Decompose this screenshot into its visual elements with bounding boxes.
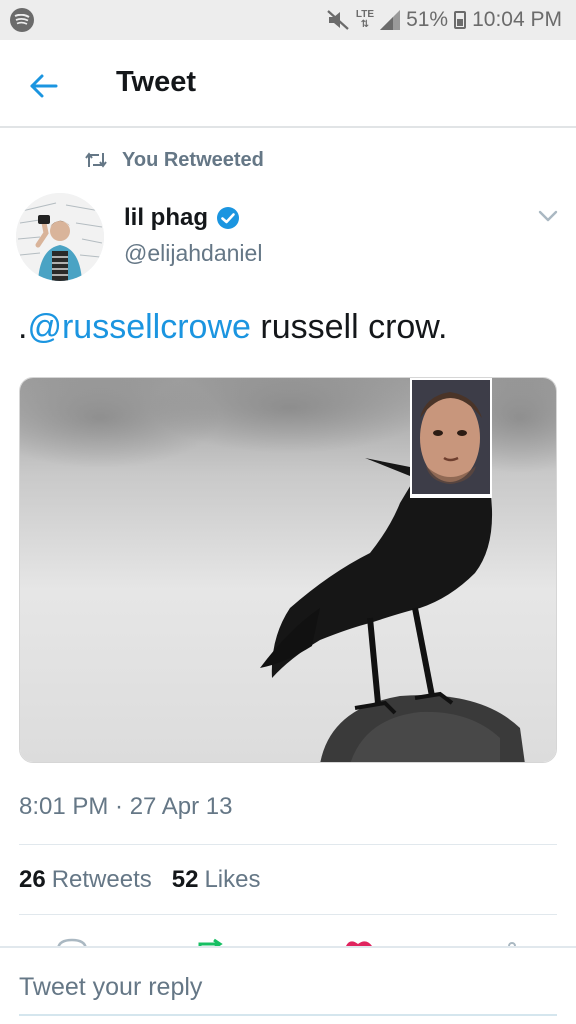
- app-header: Tweet: [0, 40, 576, 128]
- clock: 10:04 PM: [472, 8, 562, 31]
- verified-badge-icon: [217, 207, 239, 229]
- back-button[interactable]: [24, 68, 64, 104]
- author-handle[interactable]: @elijahdaniel: [124, 240, 262, 267]
- retweets-label[interactable]: Retweets: [52, 866, 152, 894]
- mention-link[interactable]: @russellcrowe: [27, 308, 250, 346]
- retweet-label[interactable]: You Retweeted: [122, 149, 264, 172]
- tweet-stats: 26 Retweets 52 Likes: [19, 866, 280, 894]
- signal-icon: [380, 10, 401, 30]
- reply-underline: [19, 1014, 557, 1016]
- divider: [19, 844, 557, 845]
- mute-icon: [327, 10, 349, 30]
- author-name-row[interactable]: lil phag: [124, 204, 240, 232]
- battery-icon: [454, 11, 467, 29]
- avatar[interactable]: [16, 193, 104, 281]
- tweet-timestamp: 8:01 PM · 27 Apr 13: [19, 793, 233, 820]
- status-bar: LTE ⇅ 51% 10:04 PM: [0, 0, 576, 40]
- spotify-icon: [10, 8, 34, 32]
- retweet-context: You Retweeted: [84, 142, 264, 178]
- reply-bar: Tweet your reply: [0, 946, 576, 1024]
- back-arrow-icon: [30, 74, 58, 98]
- divider: [19, 914, 557, 915]
- status-indicators: LTE ⇅ 51% 10:04 PM: [326, 6, 562, 34]
- tweet-body: russell crow.: [250, 308, 448, 346]
- author-name: lil phag: [124, 204, 208, 231]
- lte-indicator: LTE ⇅: [355, 9, 375, 30]
- chevron-down-icon[interactable]: [536, 206, 560, 226]
- like-count[interactable]: 52: [172, 866, 199, 894]
- tweet-text: .@russellcrowe russell crow.: [18, 308, 447, 347]
- retweet-icon: [85, 152, 107, 168]
- retweet-count[interactable]: 26: [19, 866, 46, 894]
- likes-label[interactable]: Likes: [204, 866, 260, 894]
- tweet-media-image[interactable]: [19, 377, 557, 763]
- reply-input[interactable]: Tweet your reply: [19, 973, 202, 1002]
- battery-percent: 51%: [406, 8, 449, 31]
- page-title: Tweet: [116, 66, 197, 98]
